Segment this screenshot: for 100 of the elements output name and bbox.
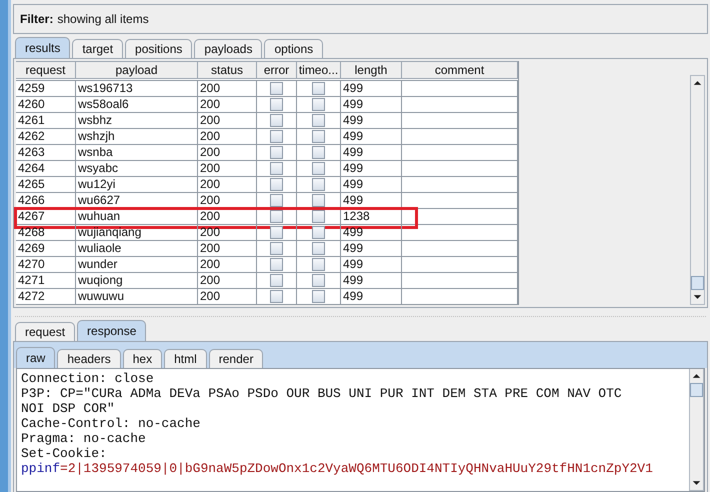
filter-label: Filter:	[20, 12, 54, 26]
checkbox[interactable]	[312, 146, 325, 159]
table-cell: 200	[198, 81, 257, 96]
column-header[interactable]: payload	[76, 61, 198, 79]
tab[interactable]: response	[77, 320, 146, 341]
checkbox[interactable]	[312, 194, 325, 207]
table-cell: 4272	[16, 289, 76, 304]
tab[interactable]: positions	[125, 39, 192, 58]
table-cell: wuliaole	[76, 241, 198, 256]
cookie-name: ppinf	[21, 461, 60, 476]
checkbox[interactable]	[312, 98, 325, 111]
checkbox[interactable]	[312, 258, 325, 271]
checkbox[interactable]	[312, 130, 325, 143]
filter-text: showing all items	[57, 12, 149, 26]
tab[interactable]: raw	[16, 347, 56, 368]
checkbox[interactable]	[312, 226, 325, 239]
tab[interactable]: hex	[122, 349, 162, 368]
checkbox[interactable]	[270, 114, 283, 127]
table-cell: wsnba	[76, 145, 198, 160]
checkbox[interactable]	[312, 290, 325, 303]
table-cell: 499	[341, 97, 402, 112]
column-header[interactable]: status	[198, 61, 257, 79]
table-cell: 200	[198, 225, 257, 240]
tab[interactable]: options	[264, 39, 324, 58]
tab[interactable]: headers	[57, 349, 121, 368]
scrollbar-thumb[interactable]	[690, 383, 703, 397]
table-cell: 200	[198, 273, 257, 288]
tab[interactable]: results	[15, 37, 70, 58]
checkbox[interactable]	[312, 162, 325, 175]
table-cell: wsbhz	[76, 113, 198, 128]
table-cell: 1238	[341, 209, 402, 224]
tab[interactable]: html	[164, 349, 207, 368]
table-cell: 4261	[16, 113, 76, 128]
checkbox[interactable]	[270, 194, 283, 207]
tab[interactable]: target	[72, 39, 124, 58]
checkbox[interactable]	[270, 274, 283, 287]
table-cell: 499	[341, 193, 402, 208]
checkbox[interactable]	[312, 210, 325, 223]
scrollbar[interactable]	[690, 75, 705, 305]
response-text-area[interactable]	[16, 368, 705, 492]
checkbox[interactable]	[270, 242, 283, 255]
table-cell: wunder	[76, 257, 198, 272]
column-header[interactable]: timeo...	[297, 61, 341, 79]
tab[interactable]: request	[15, 322, 76, 341]
table-cell: ws196713	[76, 81, 198, 96]
table-cell: 499	[341, 273, 402, 288]
table-cell: wsyabc	[76, 161, 198, 176]
checkbox[interactable]	[312, 178, 325, 191]
table-cell: wuhuan	[76, 209, 198, 224]
table-cell: wshzjh	[76, 129, 198, 144]
column-header[interactable]: request	[16, 61, 76, 79]
tab[interactable]: render	[208, 349, 264, 368]
table-cell: 499	[341, 113, 402, 128]
filter-bar[interactable]: Filter: showing all items	[13, 4, 708, 34]
response-line: Set-Cookie:	[21, 446, 108, 461]
checkbox[interactable]	[270, 146, 283, 159]
table-cell: 200	[198, 177, 257, 192]
table-cell: 499	[341, 145, 402, 160]
table-cell: 200	[198, 161, 257, 176]
table-cell: 200	[198, 241, 257, 256]
table-cell: 4265	[16, 177, 76, 192]
table-cell: 4266	[16, 193, 76, 208]
table-cell: 200	[198, 145, 257, 160]
checkbox[interactable]	[270, 258, 283, 271]
column-header[interactable]: comment	[402, 61, 518, 79]
table-cell: wuqiong	[76, 273, 198, 288]
table-cell: 200	[198, 113, 257, 128]
table-cell: 499	[341, 177, 402, 192]
checkbox[interactable]	[270, 210, 283, 223]
table-cell: 4270	[16, 257, 76, 272]
table-cell: 499	[341, 289, 402, 304]
table-cell: wujianqiang	[76, 225, 198, 240]
checkbox[interactable]	[312, 114, 325, 127]
table-cell: 200	[198, 193, 257, 208]
response-line: P3P: CP="CURa ADMa DEVa PSAo PSDo OUR BUS UNI PUR INT DEM STA PRE COM NAV OTC	[21, 386, 623, 401]
table-cell: 200	[198, 209, 257, 224]
checkbox[interactable]	[270, 226, 283, 239]
table-cell: 200	[198, 129, 257, 144]
column-header[interactable]: error	[257, 61, 297, 79]
response-line: NOI DSP COR"	[21, 401, 116, 416]
tab[interactable]: payloads	[194, 39, 262, 58]
checkbox[interactable]	[312, 242, 325, 255]
checkbox[interactable]	[312, 82, 325, 95]
table-cell: ws58oal6	[76, 97, 198, 112]
table-cell: 4262	[16, 129, 76, 144]
checkbox[interactable]	[270, 82, 283, 95]
table-cell: 200	[198, 257, 257, 272]
column-header[interactable]: length	[341, 61, 402, 79]
response-line: Pragma: no-cache	[21, 431, 147, 446]
checkbox[interactable]	[270, 290, 283, 303]
checkbox[interactable]	[270, 162, 283, 175]
checkbox[interactable]	[312, 274, 325, 287]
scrollbar-thumb[interactable]	[691, 276, 704, 290]
table-cell: 200	[198, 289, 257, 304]
scrollbar[interactable]	[689, 369, 704, 491]
checkbox[interactable]	[270, 178, 283, 191]
checkbox[interactable]	[270, 130, 283, 143]
table-cell: wu6627	[76, 193, 198, 208]
checkbox[interactable]	[270, 98, 283, 111]
table-cell: 200	[198, 97, 257, 112]
